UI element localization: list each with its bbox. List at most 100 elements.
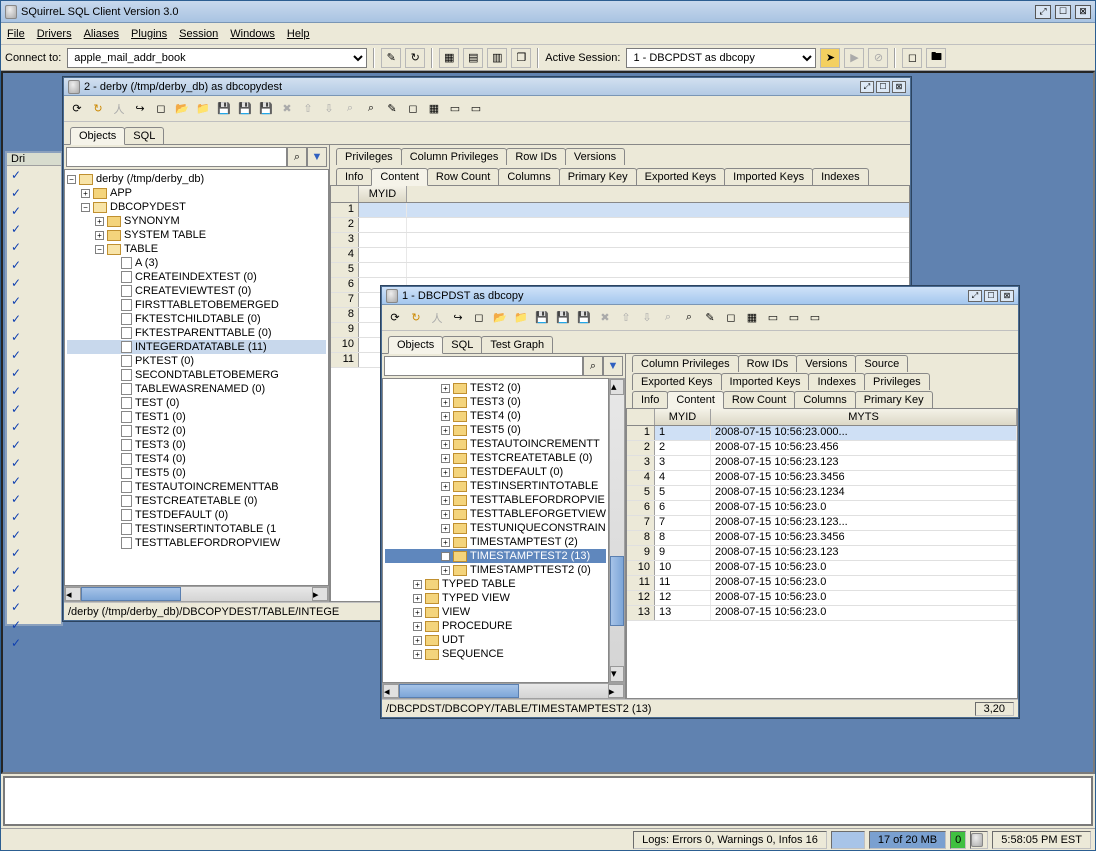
tree1-hscroll[interactable]: ◂▸ bbox=[382, 683, 625, 699]
exit-icon[interactable]: ↪ bbox=[131, 100, 149, 118]
menu-help[interactable]: Help bbox=[287, 28, 310, 40]
table-row[interactable]: 992008-07-15 10:56:23.123 bbox=[627, 546, 1017, 561]
tree-item[interactable]: TEST2 (0) bbox=[67, 424, 326, 438]
tree-item[interactable]: TEST1 (0) bbox=[67, 410, 326, 424]
table-row[interactable]: 772008-07-15 10:56:23.123... bbox=[627, 516, 1017, 531]
table-row[interactable]: 112008-07-15 10:56:23.000... bbox=[627, 426, 1017, 441]
tab-sql[interactable]: SQL bbox=[124, 127, 164, 144]
play-icon[interactable]: ▶ bbox=[844, 48, 864, 68]
table-row[interactable]: 3 bbox=[331, 233, 909, 248]
tree-item[interactable]: TEST3 (0) bbox=[67, 438, 326, 452]
connect-to-combo[interactable]: apple_mail_addr_book bbox=[67, 48, 367, 68]
win1-max-icon[interactable]: ☐ bbox=[984, 290, 998, 302]
win2-restore-icon[interactable]: ⤢ bbox=[860, 81, 874, 93]
tree-item[interactable]: +VIEW bbox=[385, 605, 606, 619]
menu-plugins[interactable]: Plugins bbox=[131, 28, 167, 40]
tab-content[interactable]: Content bbox=[371, 168, 428, 186]
tree-item[interactable]: +TESTAUTOINCREMENTT bbox=[385, 437, 606, 451]
tree-item[interactable]: +TESTTABLEFORGETVIEW bbox=[385, 507, 606, 521]
win2-max-icon[interactable]: ☐ bbox=[876, 81, 890, 93]
tile-v-icon[interactable]: ▥ bbox=[487, 48, 507, 68]
tab-content-1[interactable]: Content bbox=[667, 391, 724, 409]
new-session-icon[interactable]: ✎ bbox=[381, 48, 401, 68]
tree-item[interactable]: +TYPED TABLE bbox=[385, 577, 606, 591]
tree-icon[interactable]: 🖿 bbox=[926, 48, 946, 68]
table-row[interactable]: 552008-07-15 10:56:23.1234 bbox=[627, 486, 1017, 501]
tree-item[interactable]: TEST5 (0) bbox=[67, 466, 326, 480]
close-button[interactable]: ⊠ bbox=[1075, 5, 1091, 19]
tree-item[interactable]: TEST4 (0) bbox=[67, 452, 326, 466]
restore-button[interactable]: ⤢ bbox=[1035, 5, 1051, 19]
tree-item[interactable]: +APP bbox=[67, 186, 326, 200]
tree-item[interactable]: −derby (/tmp/derby_db) bbox=[67, 172, 326, 186]
table-row[interactable]: 10102008-07-15 10:56:23.0 bbox=[627, 561, 1017, 576]
tree-item[interactable]: TEST (0) bbox=[67, 396, 326, 410]
table-row[interactable]: 1 bbox=[331, 203, 909, 218]
tree-item[interactable]: CREATEINDEXTEST (0) bbox=[67, 270, 326, 284]
win1-restore-icon[interactable]: ⤢ bbox=[968, 290, 982, 302]
tree-item[interactable]: +TEST5 (0) bbox=[385, 423, 606, 437]
table-row[interactable]: 4 bbox=[331, 248, 909, 263]
tree-item[interactable]: −TABLE bbox=[67, 242, 326, 256]
table-row[interactable]: 332008-07-15 10:56:23.123 bbox=[627, 456, 1017, 471]
tab-objects[interactable]: Objects bbox=[70, 127, 125, 145]
tile-h-icon[interactable]: ▤ bbox=[463, 48, 483, 68]
stop-icon[interactable]: ⊘ bbox=[868, 48, 888, 68]
tree-item[interactable]: INTEGERDATATABLE (11) bbox=[67, 340, 326, 354]
menu-file[interactable]: File bbox=[7, 28, 25, 40]
filter-icon[interactable]: ▼ bbox=[603, 356, 623, 376]
refresh-icon[interactable]: ⟳ bbox=[68, 100, 86, 118]
table-row[interactable]: 882008-07-15 10:56:23.3456 bbox=[627, 531, 1017, 546]
tree1-search-input[interactable] bbox=[384, 356, 583, 376]
table-row[interactable]: 13132008-07-15 10:56:23.0 bbox=[627, 606, 1017, 621]
reload-icon[interactable]: ↻ bbox=[89, 100, 107, 118]
filter-icon[interactable]: ▼ bbox=[307, 147, 327, 167]
table-row[interactable]: 442008-07-15 10:56:23.3456 bbox=[627, 471, 1017, 486]
tree-item[interactable]: +TIMESTAMPTEST (2) bbox=[385, 535, 606, 549]
tab-sql-1[interactable]: SQL bbox=[442, 336, 482, 353]
tree-item[interactable]: +TEST4 (0) bbox=[385, 409, 606, 423]
tree-item[interactable]: TESTTABLEFORDROPVIEW bbox=[67, 536, 326, 550]
tree-item[interactable]: A (3) bbox=[67, 256, 326, 270]
active-session-combo[interactable]: 1 - DBCPDST as dbcopy bbox=[626, 48, 816, 68]
tree-item[interactable]: +PROCEDURE bbox=[385, 619, 606, 633]
search-icon[interactable]: ⌕ bbox=[583, 356, 603, 376]
tree-item[interactable]: PKTEST (0) bbox=[67, 354, 326, 368]
delete-icon[interactable]: ✖ bbox=[278, 100, 296, 118]
tree-item[interactable]: CREATEVIEWTEST (0) bbox=[67, 284, 326, 298]
tab-testgraph[interactable]: Test Graph bbox=[481, 336, 553, 353]
win1-close-icon[interactable]: ⊠ bbox=[1000, 290, 1014, 302]
tree-item[interactable]: +SEQUENCE bbox=[385, 647, 606, 661]
go-to-session-icon[interactable]: ➤ bbox=[820, 48, 840, 68]
maximize-button[interactable]: ☐ bbox=[1055, 5, 1071, 19]
tree-item[interactable]: SECONDTABLETOBEMERG bbox=[67, 368, 326, 382]
menu-session[interactable]: Session bbox=[179, 28, 218, 40]
tree-item[interactable]: +TESTTABLEFORDROPVIE bbox=[385, 493, 606, 507]
tree-item[interactable]: +SYNONYM bbox=[67, 214, 326, 228]
tree1-vscroll[interactable]: ▴▾ bbox=[609, 378, 625, 683]
new-window-icon[interactable]: ◻ bbox=[902, 48, 922, 68]
win2-close-icon[interactable]: ⊠ bbox=[892, 81, 906, 93]
tree-item[interactable]: +TESTCREATETABLE (0) bbox=[385, 451, 606, 465]
tree-item[interactable]: +TIMESTAMPTEST2 (13) bbox=[385, 549, 606, 563]
table-row[interactable]: 662008-07-15 10:56:23.0 bbox=[627, 501, 1017, 516]
table-row[interactable]: 2 bbox=[331, 218, 909, 233]
tree-item[interactable]: TESTAUTOINCREMENTTAB bbox=[67, 480, 326, 494]
tree-item[interactable]: TABLEWASRENAMED (0) bbox=[67, 382, 326, 396]
driver-check[interactable]: ✓ bbox=[7, 166, 61, 184]
cascade-icon[interactable]: ❐ bbox=[511, 48, 531, 68]
tree-hscroll[interactable]: ◂▸ bbox=[64, 586, 329, 602]
table-row[interactable]: 5 bbox=[331, 263, 909, 278]
menu-aliases[interactable]: Aliases bbox=[84, 28, 119, 40]
col-myid-1[interactable]: MYID bbox=[655, 409, 711, 425]
table-row[interactable]: 12122008-07-15 10:56:23.0 bbox=[627, 591, 1017, 606]
tree-item[interactable]: TESTDEFAULT (0) bbox=[67, 508, 326, 522]
menu-windows[interactable]: Windows bbox=[230, 28, 275, 40]
col-myid[interactable]: MYID bbox=[359, 186, 407, 202]
tree-item[interactable]: TESTCREATETABLE (0) bbox=[67, 494, 326, 508]
trash-icon[interactable] bbox=[971, 833, 983, 847]
tree-item[interactable]: FKTESTCHILDTABLE (0) bbox=[67, 312, 326, 326]
tree-item[interactable]: +TYPED VIEW bbox=[385, 591, 606, 605]
reconnect-icon[interactable]: ↻ bbox=[405, 48, 425, 68]
tree-item[interactable]: FKTESTPARENTTABLE (0) bbox=[67, 326, 326, 340]
